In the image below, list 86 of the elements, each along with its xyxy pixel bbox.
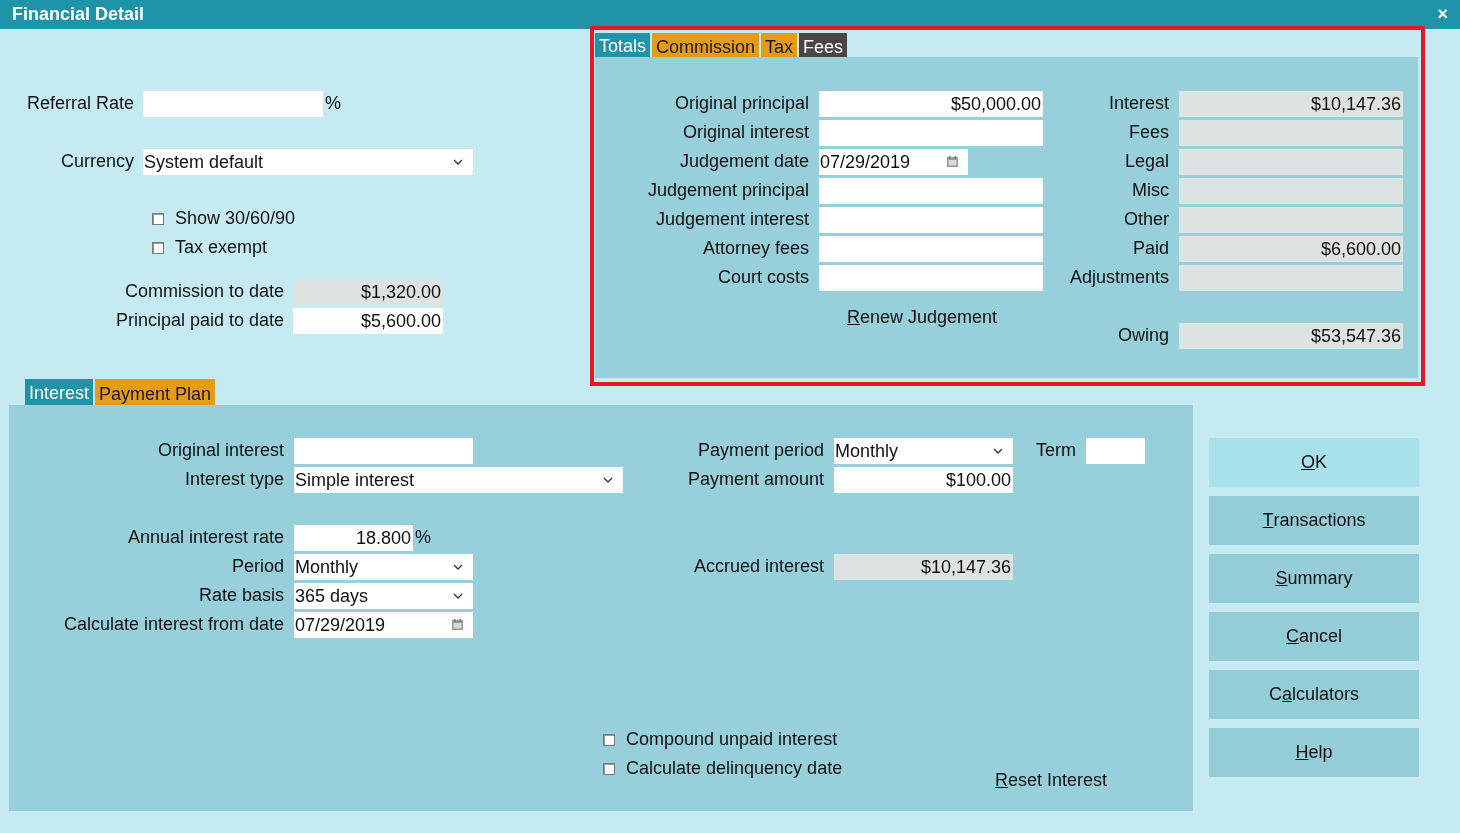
checkbox-label: Compound unpaid interest bbox=[626, 728, 838, 751]
field-label: Calculate interest from date bbox=[62, 613, 284, 636]
tab[interactable]: Commission bbox=[652, 33, 760, 57]
date-field[interactable]: 07/29/2019 bbox=[819, 148, 968, 175]
input-field[interactable]: 18.800 bbox=[294, 524, 413, 551]
renew-judgement-link[interactable]: Renew Judgement bbox=[847, 304, 998, 330]
dropdown-caret-icon bbox=[453, 158, 463, 165]
field-label: Judgement date bbox=[678, 150, 809, 173]
input-field[interactable] bbox=[819, 264, 1043, 291]
dialog-button[interactable]: OK bbox=[1209, 438, 1419, 487]
dialog-button[interactable]: Help bbox=[1209, 728, 1419, 777]
checkbox[interactable] bbox=[603, 733, 615, 746]
dialog-button[interactable]: Calculators bbox=[1209, 670, 1419, 719]
tab[interactable]: Payment Plan bbox=[95, 379, 216, 405]
checkbox-label: Show 30/60/90 bbox=[175, 207, 296, 230]
field-label: Referral Rate bbox=[25, 92, 134, 115]
checkbox-label: Calculate delinquency date bbox=[626, 757, 843, 780]
field-label: Owing bbox=[1116, 324, 1169, 347]
field-label: Judgement interest bbox=[654, 208, 809, 231]
input-field: $6,600.00 bbox=[1179, 235, 1403, 262]
close-button[interactable]: × bbox=[1437, 1, 1448, 28]
tab[interactable]: Interest bbox=[25, 379, 94, 405]
input-field: $10,147.36 bbox=[834, 553, 1013, 580]
input-field[interactable] bbox=[294, 437, 473, 464]
calendar-icon bbox=[947, 156, 958, 167]
input-field[interactable] bbox=[819, 177, 1043, 204]
field-label: Misc bbox=[1131, 179, 1169, 202]
input-field[interactable] bbox=[1086, 437, 1145, 464]
field-label: Principal paid to date bbox=[114, 309, 284, 332]
tab[interactable]: Fees bbox=[799, 33, 848, 57]
tab[interactable]: Tax bbox=[761, 33, 798, 57]
unit-label: % bbox=[415, 526, 431, 549]
field-label: Annual interest rate bbox=[126, 526, 284, 549]
field-label: Fees bbox=[1127, 121, 1169, 144]
dialog-button[interactable]: Summary bbox=[1209, 554, 1419, 603]
input-field[interactable] bbox=[143, 90, 323, 117]
input-field[interactable]: $5,600.00 bbox=[293, 307, 443, 334]
dropdown[interactable]: System default bbox=[143, 148, 473, 175]
field-label: Legal bbox=[1123, 150, 1169, 173]
checkbox[interactable] bbox=[603, 762, 615, 775]
dropdown[interactable]: 365 days bbox=[294, 582, 473, 609]
field-label: Adjustments bbox=[1068, 266, 1169, 289]
calendar-icon bbox=[452, 619, 463, 630]
field-label: Interest type bbox=[183, 468, 284, 491]
dropdown[interactable]: Monthly bbox=[834, 437, 1013, 464]
input-field: $10,147.36 bbox=[1179, 90, 1403, 117]
field-label: Payment period bbox=[696, 439, 824, 462]
input-field[interactable] bbox=[819, 206, 1043, 233]
input-field: $1,320.00 bbox=[293, 278, 443, 305]
field-label: Attorney fees bbox=[701, 237, 809, 260]
input-field: $53,547.36 bbox=[1179, 322, 1403, 349]
field-label: Currency bbox=[59, 150, 134, 173]
field-label: Judgement principal bbox=[646, 179, 809, 202]
date-field[interactable]: 07/29/2019 bbox=[294, 611, 473, 638]
dialog-button[interactable]: Transactions bbox=[1209, 496, 1419, 545]
input-field[interactable] bbox=[819, 119, 1043, 146]
dropdown-caret-icon bbox=[453, 563, 463, 570]
window-title: Financial Detail bbox=[12, 3, 145, 26]
dropdown[interactable]: Simple interest bbox=[294, 466, 623, 493]
dialog-button[interactable]: Cancel bbox=[1209, 612, 1419, 661]
checkbox[interactable] bbox=[152, 212, 164, 225]
tab[interactable]: Totals bbox=[595, 33, 651, 57]
field-label: Original interest bbox=[681, 121, 809, 144]
input-field[interactable]: $100.00 bbox=[834, 466, 1013, 493]
field-label: Original principal bbox=[673, 92, 809, 115]
input-field[interactable]: $50,000.00 bbox=[819, 90, 1043, 117]
field-label: Paid bbox=[1131, 237, 1169, 260]
field-label: Accrued interest bbox=[692, 555, 824, 578]
field-label: Term bbox=[1036, 439, 1076, 462]
checkbox-label: Tax exempt bbox=[175, 236, 268, 259]
field-label: Rate basis bbox=[197, 584, 284, 607]
field-label: Court costs bbox=[716, 266, 809, 289]
field-label: Commission to date bbox=[123, 280, 284, 303]
field-label: Payment amount bbox=[686, 468, 824, 491]
unit-label: % bbox=[325, 92, 341, 115]
dropdown[interactable]: Monthly bbox=[294, 553, 473, 580]
field-label: Period bbox=[230, 555, 284, 578]
dropdown-caret-icon bbox=[603, 476, 613, 483]
input-field[interactable] bbox=[819, 235, 1043, 262]
field-label: Original interest bbox=[156, 439, 284, 462]
dropdown-caret-icon bbox=[453, 592, 463, 599]
reset-interest-link[interactable]: Reset Interest bbox=[995, 767, 1108, 793]
dropdown-caret-icon bbox=[993, 447, 1003, 454]
field-label: Other bbox=[1122, 208, 1169, 231]
checkbox[interactable] bbox=[152, 241, 164, 254]
field-label: Interest bbox=[1107, 92, 1169, 115]
